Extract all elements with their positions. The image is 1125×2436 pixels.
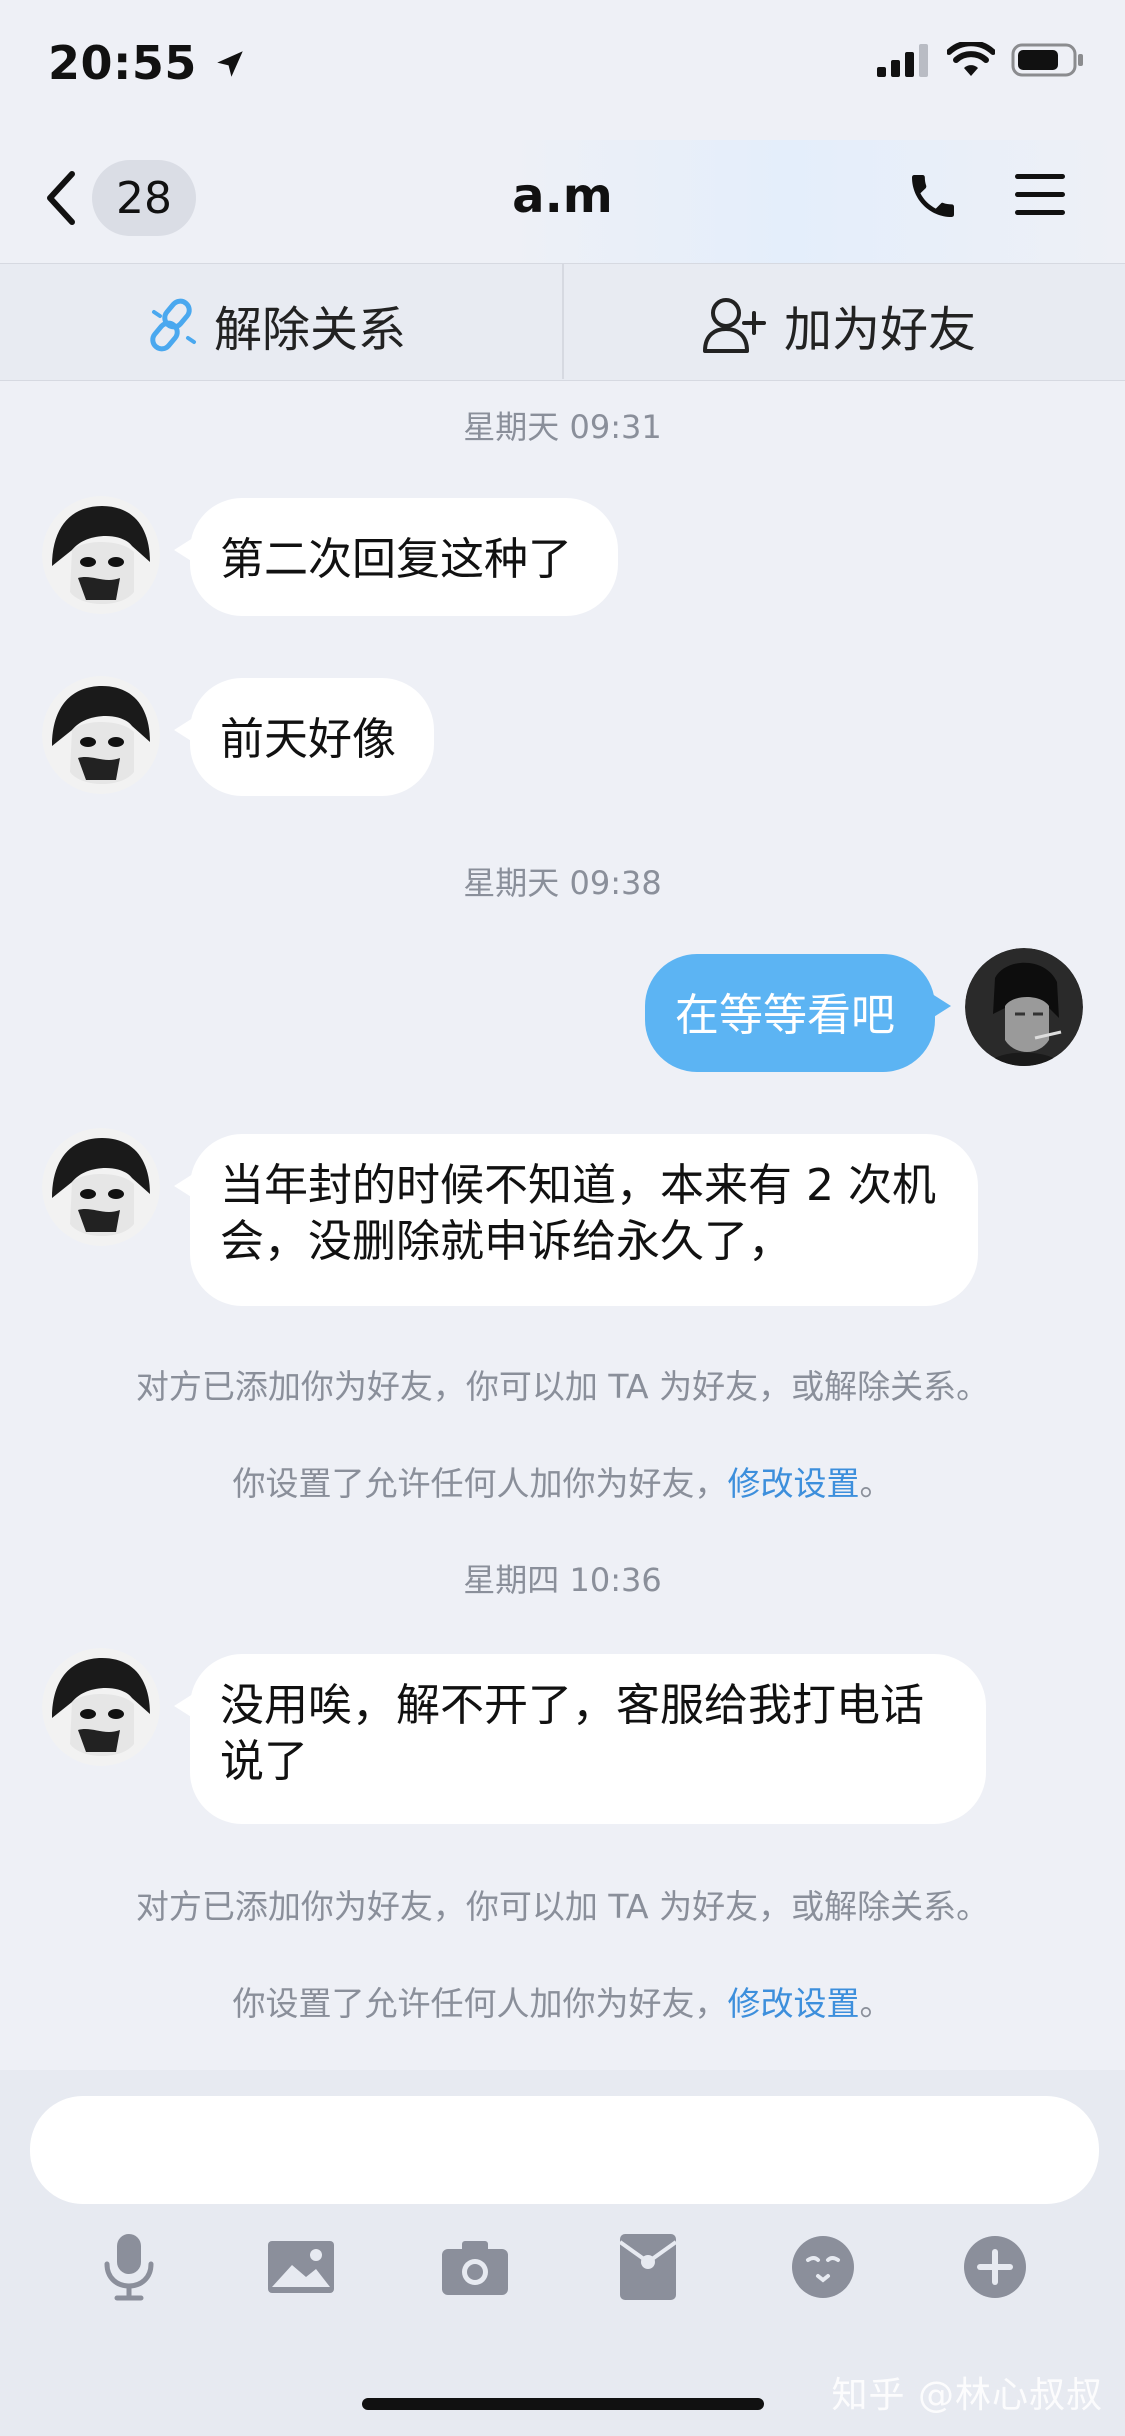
wifi-icon: [947, 42, 995, 76]
phone-call-button[interactable]: [905, 168, 961, 228]
plus-circle-icon: [964, 2236, 1026, 2298]
avatar-image: [42, 496, 160, 614]
message-text: 在等等看吧: [675, 990, 895, 1041]
image-icon: [268, 2241, 334, 2293]
self-avatar[interactable]: [965, 948, 1083, 1066]
battery-icon: [1011, 43, 1083, 77]
avatar-image: [965, 948, 1083, 1066]
microphone-icon: [104, 2234, 154, 2301]
status-time: 20:55: [48, 36, 247, 90]
system-notice: 对方已添加你为好友，你可以加 TA 为好友，或解除关系。: [135, 1367, 990, 1406]
message-text-line: 没用唉，解不开了，客服给我打电话: [220, 1680, 924, 1731]
more-button[interactable]: [950, 2222, 1040, 2312]
home-indicator[interactable]: [362, 2398, 764, 2410]
message-bubble-outgoing[interactable]: 在等等看吧: [645, 954, 951, 1072]
photo-button[interactable]: [256, 2222, 346, 2312]
location-arrow-icon: [217, 51, 244, 77]
unlink-button[interactable]: 解除关系: [148, 290, 406, 360]
add-user-icon: [703, 298, 766, 353]
timestamp: 星期天 09:38: [463, 864, 662, 902]
system-notice: 对方已添加你为好友，你可以加 TA 为好友，或解除关系。: [135, 1887, 990, 1926]
avatar-image: [42, 676, 160, 794]
message-input[interactable]: [30, 2096, 1099, 2204]
message-bubble-incoming[interactable]: 前天好像: [174, 678, 434, 796]
message-text-line: 当年封的时候不知道，本来有 2 次机: [220, 1160, 936, 1211]
emoji-button[interactable]: [778, 2222, 868, 2312]
system-notice: 你设置了允许任何人加你为好友，修改设置。: [232, 1464, 893, 1503]
emoji-face-icon: [792, 2236, 854, 2298]
message-bubble-incoming[interactable]: 第二次回复这种了: [174, 498, 618, 616]
phone-icon: [912, 175, 954, 217]
cellular-signal-icon: [877, 44, 928, 77]
message-text-line: 说了: [220, 1736, 308, 1787]
camera-button[interactable]: [430, 2222, 520, 2312]
hamburger-menu-icon: [1015, 174, 1065, 215]
camera-icon: [442, 2241, 508, 2295]
avatar-image: [42, 1128, 160, 1246]
red-packet-button[interactable]: [603, 2222, 693, 2312]
unlink-label: 解除关系: [214, 302, 407, 358]
broken-link-icon: [150, 298, 196, 352]
avatar-image: [42, 1648, 160, 1766]
red-envelope-icon: [618, 2234, 678, 2300]
timestamp: 星期四 10:36: [463, 1561, 662, 1599]
contact-avatar[interactable]: [42, 1128, 160, 1246]
message-bubble-incoming[interactable]: 没用唉，解不开了，客服给我打电话 说了: [174, 1654, 986, 1824]
message-text: 前天好像: [220, 714, 396, 765]
system-notice: 你设置了允许任何人加你为好友，修改设置。: [232, 1984, 893, 2023]
message-text: 第二次回复这种了: [220, 534, 572, 585]
message-text-line: 会，没删除就申诉给永久了，: [220, 1216, 792, 1267]
message-bubble-incoming[interactable]: 当年封的时候不知道，本来有 2 次机 会，没删除就申诉给永久了，: [174, 1134, 978, 1306]
contact-avatar[interactable]: [42, 1648, 160, 1766]
status-indicators: [877, 42, 1085, 78]
modify-settings-link[interactable]: 修改设置: [728, 1464, 860, 1503]
timestamp: 星期天 09:31: [463, 408, 662, 446]
add-friend-label: 加为好友: [784, 302, 977, 358]
menu-button[interactable]: [1013, 170, 1067, 224]
voice-button[interactable]: [84, 2222, 174, 2312]
contact-avatar[interactable]: [42, 496, 160, 614]
contact-avatar[interactable]: [42, 676, 160, 794]
modify-settings-link[interactable]: 修改设置: [728, 1984, 860, 2023]
watermark: 知乎 @林心叔叔: [831, 2375, 1103, 2416]
add-friend-button[interactable]: 加为好友: [702, 290, 976, 360]
action-divider: [562, 263, 564, 379]
